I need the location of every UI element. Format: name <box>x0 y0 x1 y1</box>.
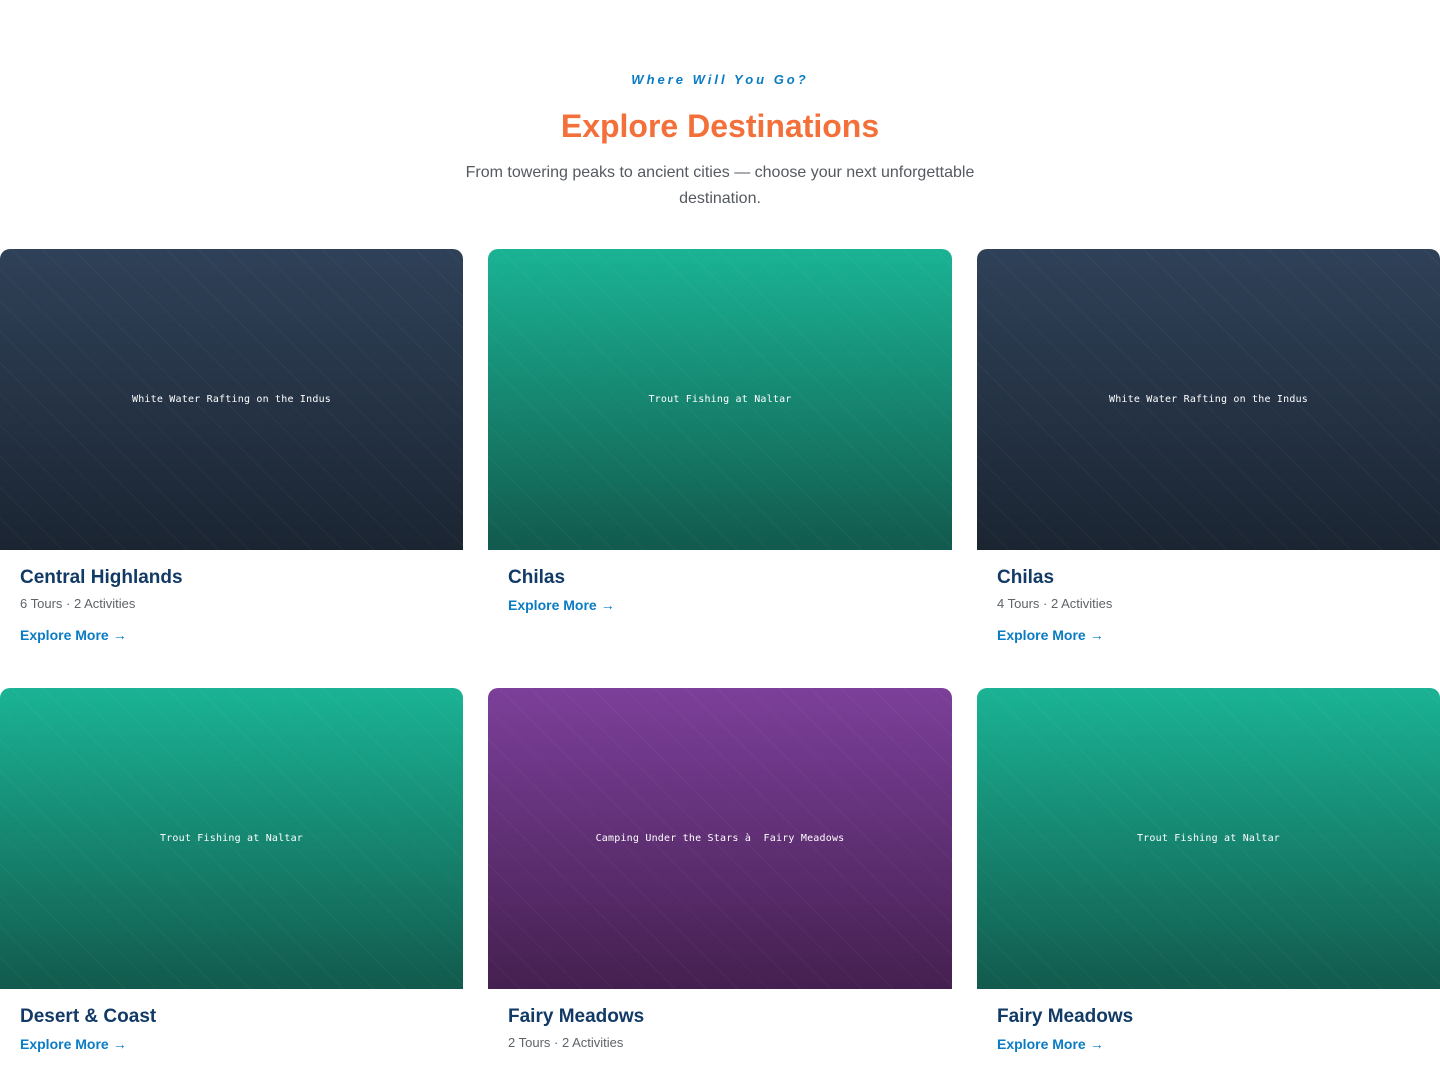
card-image-label: Trout Fishing at Naltar <box>159 833 304 844</box>
card-body: Desert & Coast Explore More → <box>0 989 463 1054</box>
card-meta: 6 Tours · 2 Activities <box>20 596 136 611</box>
explore-more-link[interactable]: Explore More → <box>20 1035 127 1053</box>
card-image[interactable]: White Water Rafting on the Indus <box>977 249 1440 550</box>
explore-more-label: Explore More <box>508 597 597 613</box>
card-meta: 4 Tours · 2 Activities <box>997 596 1113 611</box>
card-title[interactable]: Central Highlands <box>20 566 443 590</box>
arrow-right-icon: → <box>1089 627 1104 643</box>
explore-more-label: Explore More <box>20 627 109 643</box>
card-body: Fairy Meadows 2 Tours · 2 Activities → <box>488 989 952 1051</box>
explore-more-link[interactable]: Explore More → <box>997 1035 1104 1053</box>
card-image[interactable]: White Water Rafting on the Indus <box>0 249 463 550</box>
card-meta: 2 Tours · 2 Activities <box>508 1035 624 1050</box>
destination-card[interactable]: Camping Under the Stars à Fairy Meadows … <box>488 688 952 1051</box>
card-image[interactable]: Trout Fishing at Naltar <box>977 688 1440 989</box>
destination-card[interactable]: Trout Fishing at Naltar Desert & Coast E… <box>0 688 463 1054</box>
explore-more-link[interactable]: Explore More → <box>20 626 127 644</box>
arrow-right-icon: → <box>112 627 127 643</box>
card-title[interactable]: Chilas <box>508 566 932 590</box>
card-body: Fairy Meadows Explore More → <box>977 989 1440 1054</box>
card-image[interactable]: Trout Fishing at Naltar <box>0 688 463 989</box>
card-title[interactable]: Fairy Meadows <box>997 1005 1420 1029</box>
card-body: Central Highlands 6 Tours · 2 Activities… <box>0 550 463 645</box>
explore-more-label: Explore More <box>997 1036 1086 1052</box>
card-body: Chilas 4 Tours · 2 Activities Explore Mo… <box>977 550 1440 645</box>
destinations-section: Where Will You Go? Explore Destinations … <box>0 0 1440 1070</box>
section-eyebrow: Where Will You Go? <box>631 72 809 87</box>
explore-more-label: Explore More <box>997 627 1086 643</box>
arrow-right-icon: → <box>1089 1036 1104 1052</box>
card-image-label: Trout Fishing at Naltar <box>648 394 792 405</box>
destination-card[interactable]: White Water Rafting on the Indus Central… <box>0 249 463 645</box>
destination-card[interactable]: Trout Fishing at Naltar Chilas Explore M… <box>488 249 952 615</box>
section-subtitle: From towering peaks to ancient cities — … <box>465 164 975 207</box>
card-image[interactable]: Trout Fishing at Naltar <box>488 249 952 550</box>
card-image-label: White Water Rafting on the Indus <box>1108 394 1309 405</box>
destination-card[interactable]: Trout Fishing at Naltar Fairy Meadows Ex… <box>977 688 1440 1054</box>
arrow-right-icon: → <box>112 1036 127 1052</box>
explore-more-label: Explore More <box>20 1036 109 1052</box>
explore-more-link[interactable]: Explore More → <box>508 596 615 614</box>
card-title[interactable]: Desert & Coast <box>20 1005 443 1029</box>
destination-card[interactable]: White Water Rafting on the Indus Chilas … <box>977 249 1440 645</box>
card-image-label: Camping Under the Stars à Fairy Meadows <box>595 833 845 844</box>
card-image-label: Trout Fishing at Naltar <box>1136 833 1281 844</box>
card-title[interactable]: Chilas <box>997 566 1420 590</box>
card-image-label: White Water Rafting on the Indus <box>131 394 332 405</box>
card-image[interactable]: Camping Under the Stars à Fairy Meadows <box>488 688 952 989</box>
explore-more-link[interactable]: Explore More → <box>997 626 1104 644</box>
arrow-right-icon: → <box>600 597 615 613</box>
section-title: Explore Destinations <box>560 108 880 144</box>
card-title[interactable]: Fairy Meadows <box>508 1005 932 1029</box>
section-header: Where Will You Go? Explore Destinations … <box>0 70 1440 212</box>
card-body: Chilas Explore More → <box>488 550 952 615</box>
